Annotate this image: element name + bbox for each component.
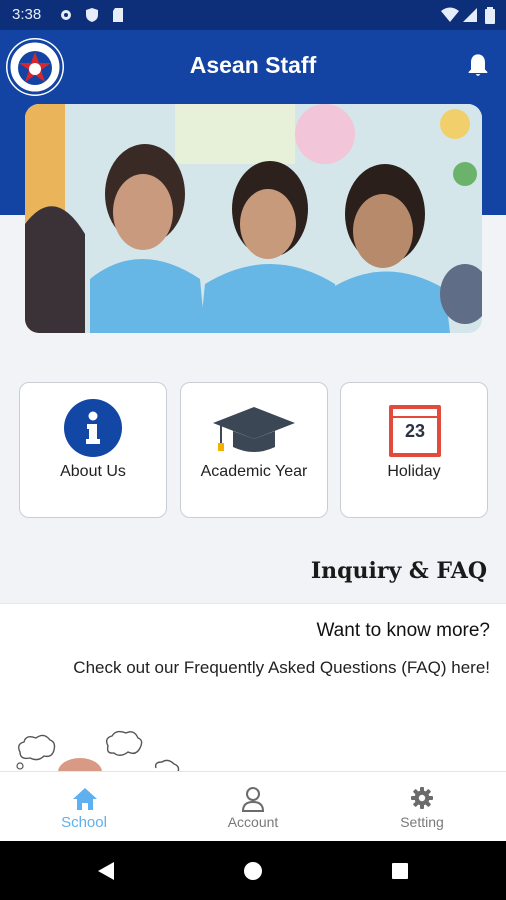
system-navigation-bar	[0, 841, 506, 900]
back-icon[interactable]	[96, 861, 116, 881]
faq-illustration	[16, 730, 180, 772]
wifi-icon	[441, 7, 459, 22]
info-icon	[64, 399, 122, 457]
gear-icon	[411, 787, 433, 809]
nav-label-school: School	[61, 814, 107, 831]
nav-tab-setting[interactable]: Setting	[338, 772, 506, 842]
nav-label-setting: Setting	[400, 814, 444, 830]
recents-icon[interactable]	[391, 862, 409, 880]
calendar-day: 23	[404, 421, 426, 441]
status-bar: 3:38	[0, 0, 506, 30]
notification-bell-icon[interactable]	[464, 52, 492, 80]
battery-icon	[485, 7, 495, 24]
holiday-label: Holiday	[387, 463, 441, 480]
page-title: Asean Staff	[189, 52, 317, 78]
home-icon	[73, 788, 97, 810]
faq-heading: Want to know more?	[316, 620, 490, 641]
graduation-cap-icon	[213, 407, 295, 452]
nav-label-account: Account	[227, 814, 279, 830]
settings-status-icon	[61, 10, 71, 20]
faq-description: Check out our Frequently Asked Questions…	[73, 658, 490, 677]
holiday-card[interactable]: 23 Holiday	[340, 382, 488, 518]
home-button-icon[interactable]	[243, 861, 263, 881]
nav-tab-account[interactable]: Account	[169, 772, 337, 842]
bottom-navigation: School Account Setting	[0, 771, 506, 842]
academic-year-label: Academic Year	[200, 463, 308, 480]
signal-icon	[463, 8, 477, 22]
shield-status-icon	[86, 8, 98, 22]
hero-banner-image	[25, 104, 482, 333]
academic-year-card[interactable]: Academic Year	[180, 382, 328, 518]
sim-card-icon	[113, 8, 123, 22]
nav-tab-school[interactable]: School	[0, 772, 168, 842]
about-us-label: About Us	[60, 463, 126, 480]
user-icon	[241, 787, 265, 812]
calendar-icon: 23	[389, 405, 441, 457]
about-us-card[interactable]: About Us	[19, 382, 167, 518]
section-title: Inquiry & FAQ	[310, 558, 487, 584]
status-time: 3:38	[12, 6, 42, 23]
